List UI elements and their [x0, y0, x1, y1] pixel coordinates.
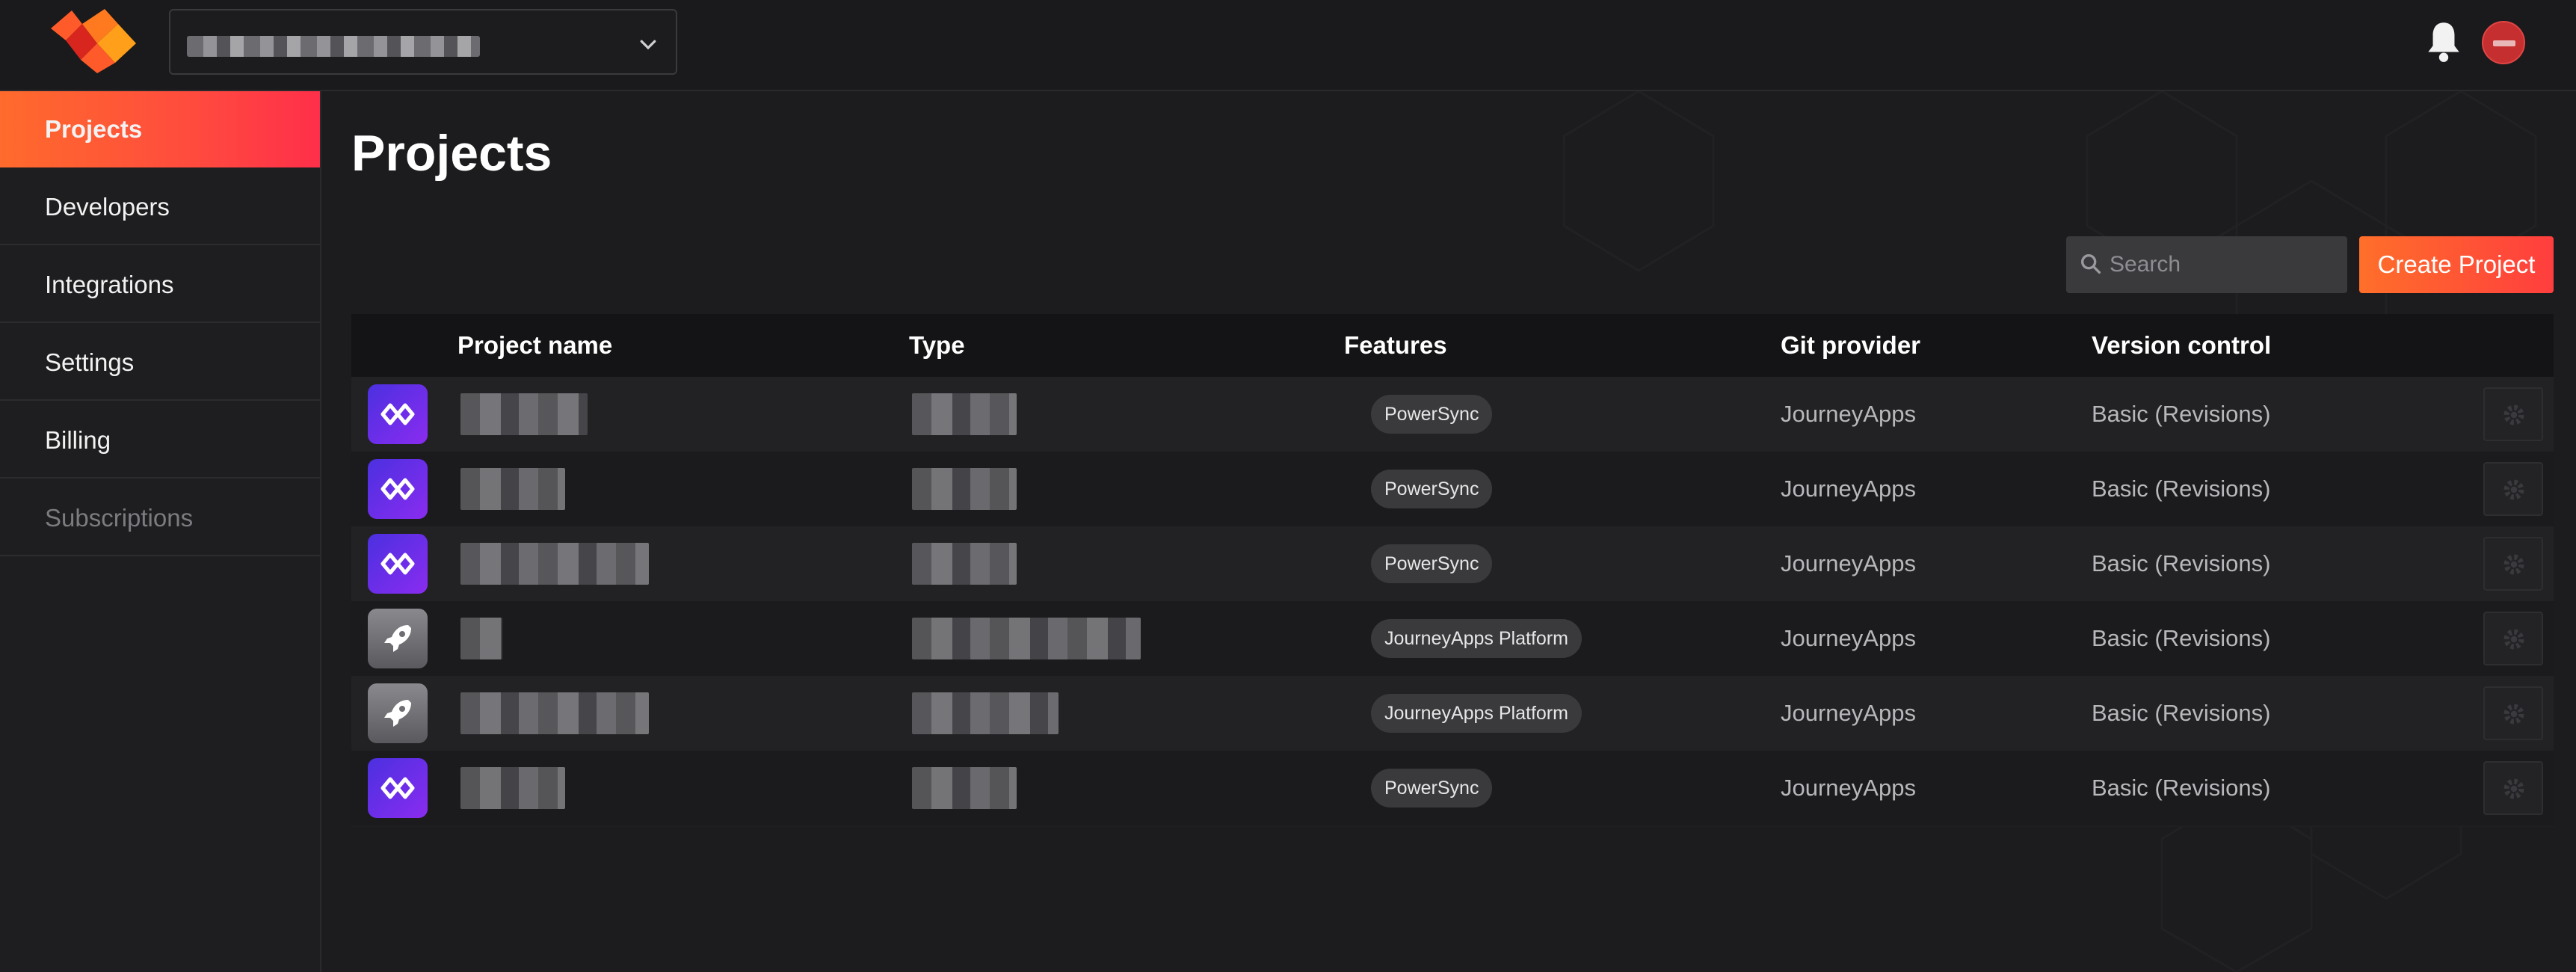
gear-icon: [2503, 629, 2524, 650]
table-row[interactable]: JourneyApps Platform JourneyApps Basic (…: [351, 601, 2554, 676]
column-header-git-provider[interactable]: Git provider: [1781, 314, 1920, 377]
table-row[interactable]: PowerSync JourneyApps Basic (Revisions): [351, 751, 2554, 825]
sidebar-item-integrations[interactable]: Integrations: [0, 247, 320, 323]
project-type-redacted: [912, 618, 1141, 659]
column-header-type[interactable]: Type: [909, 314, 965, 377]
powersync-icon: [368, 384, 428, 444]
organization-name-redacted: [187, 36, 480, 57]
project-name-redacted[interactable]: [460, 543, 649, 585]
feature-badge: PowerSync: [1371, 769, 1493, 808]
gear-icon: [2503, 778, 2524, 799]
create-project-button[interactable]: Create Project: [2359, 236, 2554, 293]
chevron-down-icon: [640, 40, 656, 50]
sidebar-item-billing[interactable]: Billing: [0, 402, 320, 479]
version-control-cell: Basic (Revisions): [2092, 550, 2271, 576]
page-title: Projects: [351, 125, 552, 182]
project-type-redacted: [912, 393, 1017, 435]
git-provider-cell: JourneyApps: [1781, 775, 1916, 801]
table-row[interactable]: PowerSync JourneyApps Basic (Revisions): [351, 526, 2554, 601]
feature-badge: JourneyApps Platform: [1371, 694, 1582, 733]
sidebar-item-projects[interactable]: Projects: [0, 91, 320, 167]
gear-icon: [2503, 704, 2524, 725]
git-provider-cell: JourneyApps: [1781, 625, 1916, 651]
version-control-cell: Basic (Revisions): [2092, 775, 2271, 801]
journeyapps-logo[interactable]: [43, 7, 141, 75]
table-row[interactable]: PowerSync JourneyApps Basic (Revisions): [351, 377, 2554, 452]
project-settings-button[interactable]: [2483, 612, 2543, 665]
gear-icon: [2503, 554, 2524, 575]
project-name-redacted[interactable]: [460, 618, 502, 659]
projects-table: Project name Type Features Git provider …: [351, 314, 2554, 827]
project-type-redacted: [912, 692, 1059, 734]
project-type-redacted: [912, 543, 1017, 585]
sidebar-item-settings[interactable]: Settings: [0, 324, 320, 401]
gear-icon: [2503, 479, 2524, 500]
rocket-icon: [368, 609, 428, 668]
top-bar: [0, 0, 2576, 91]
sidebar-item-subscriptions[interactable]: Subscriptions: [0, 480, 320, 556]
gear-icon: [2503, 405, 2524, 425]
project-name-redacted[interactable]: [460, 468, 565, 510]
git-provider-cell: JourneyApps: [1781, 401, 1916, 427]
main-content: Projects Create Project Project name Typ…: [323, 91, 2576, 972]
column-header-version-control[interactable]: Version control: [2092, 314, 2271, 377]
table-header: Project name Type Features Git provider …: [351, 314, 2554, 377]
column-header-features[interactable]: Features: [1344, 314, 1447, 377]
version-control-cell: Basic (Revisions): [2092, 401, 2271, 427]
table-row[interactable]: PowerSync JourneyApps Basic (Revisions): [351, 452, 2554, 526]
feature-badge: PowerSync: [1371, 395, 1493, 434]
project-name-redacted[interactable]: [460, 393, 588, 435]
bell-icon[interactable]: [2425, 18, 2462, 64]
project-name-redacted[interactable]: [460, 692, 649, 734]
feature-badge: JourneyApps Platform: [1371, 619, 1582, 658]
version-control-cell: Basic (Revisions): [2092, 476, 2271, 502]
project-name-redacted[interactable]: [460, 767, 565, 809]
sidebar: Projects Developers Integrations Setting…: [0, 91, 321, 972]
git-provider-cell: JourneyApps: [1781, 550, 1916, 576]
powersync-icon: [368, 534, 428, 594]
version-control-cell: Basic (Revisions): [2092, 625, 2271, 651]
project-settings-button[interactable]: [2483, 387, 2543, 441]
project-settings-button[interactable]: [2483, 686, 2543, 740]
powersync-icon: [368, 459, 428, 519]
sidebar-item-developers[interactable]: Developers: [0, 169, 320, 245]
project-type-redacted: [912, 767, 1017, 809]
git-provider-cell: JourneyApps: [1781, 700, 1916, 726]
git-provider-cell: JourneyApps: [1781, 476, 1916, 502]
user-avatar[interactable]: [2482, 21, 2525, 64]
search-icon: [2080, 253, 2101, 274]
search-input[interactable]: [2066, 236, 2347, 293]
project-settings-button[interactable]: [2483, 761, 2543, 815]
column-header-project-name[interactable]: Project name: [457, 314, 612, 377]
organization-select[interactable]: [169, 9, 677, 75]
project-settings-button[interactable]: [2483, 537, 2543, 591]
feature-badge: PowerSync: [1371, 544, 1493, 583]
feature-badge: PowerSync: [1371, 470, 1493, 508]
table-row[interactable]: JourneyApps Platform JourneyApps Basic (…: [351, 676, 2554, 751]
rocket-icon: [368, 683, 428, 743]
project-type-redacted: [912, 468, 1017, 510]
version-control-cell: Basic (Revisions): [2092, 700, 2271, 726]
powersync-icon: [368, 758, 428, 818]
project-settings-button[interactable]: [2483, 462, 2543, 516]
